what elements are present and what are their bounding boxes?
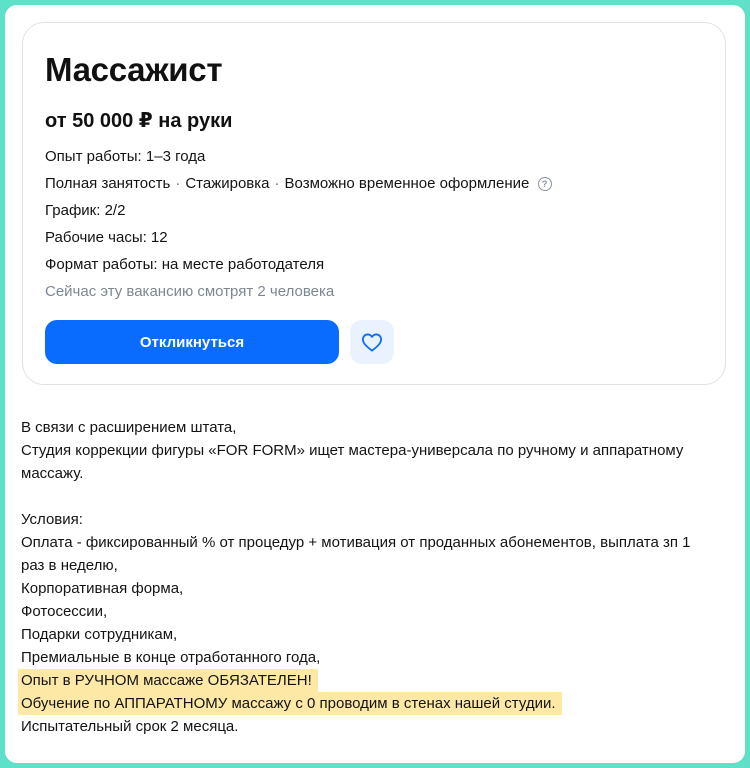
vacancy-card: Массажист от 50 000 ₽ на руки Опыт работ… [22,22,726,385]
employment-type: Возможно временное оформление [284,175,530,192]
desc-line: Подарки сотрудникам, [21,626,178,643]
employment-type: Полная занятость [45,175,171,192]
schedule: График: 2/2 [45,202,126,219]
employment-type: Стажировка [185,175,270,192]
desc-line: В связи с расширением штата, [21,419,237,436]
employment-line: Полная занятость · Стажировка · Возможно вре… [45,175,552,192]
heart-icon [361,333,382,352]
page-frame: Массажист от 50 000 ₽ на руки Опыт работ… [5,5,745,763]
desc-line: Премиальные в конце отработанного года, [21,649,321,666]
help-icon[interactable]: ? [537,177,552,191]
favorite-button[interactable] [350,320,394,364]
highlight: Обучение по АППАРАТНОМУ массажу с 0 пров… [18,692,562,715]
desc-line: Оплата - фиксированный % от процедур + м… [21,534,691,551]
apply-button[interactable]: Откликнуться [45,320,339,364]
viewers-count: Сейчас эту вакансию смотрят 2 человека [45,283,335,300]
working-hours: Рабочие часы: 12 [45,229,168,246]
highlight: Опыт в РУЧНОМ массаже ОБЯЗАТЕЛЕН! [18,669,318,692]
desc-line: Корпоративная форма, [21,580,184,597]
desc-line: Испытательный срок 2 месяца. [21,718,239,735]
vacancy-title: Массажист [45,51,223,88]
highlighted-line: Обучение по АППАРАТНОМУ массажу с 0 пров… [18,692,726,715]
desc-line: раз в неделю, [21,557,118,574]
desc-line: Фотосессии, [21,603,108,620]
separator: · [274,175,280,192]
desc-line: массажу. [21,465,84,482]
separator: · [175,175,181,192]
vacancy-description: В связи с расширением штата, Студия корр… [18,416,726,738]
salary: от 50 000 ₽ на руки [45,110,233,132]
experience: Опыт работы: 1–3 года [45,148,206,165]
highlighted-line: Опыт в РУЧНОМ массаже ОБЯЗАТЕЛЕН! [18,669,726,692]
desc-line: Студия коррекции фигуры «FOR FORM» ищет … [21,442,684,459]
work-format: Формат работы: на месте работодателя [45,256,325,273]
conditions-title: Условия: [21,511,83,528]
